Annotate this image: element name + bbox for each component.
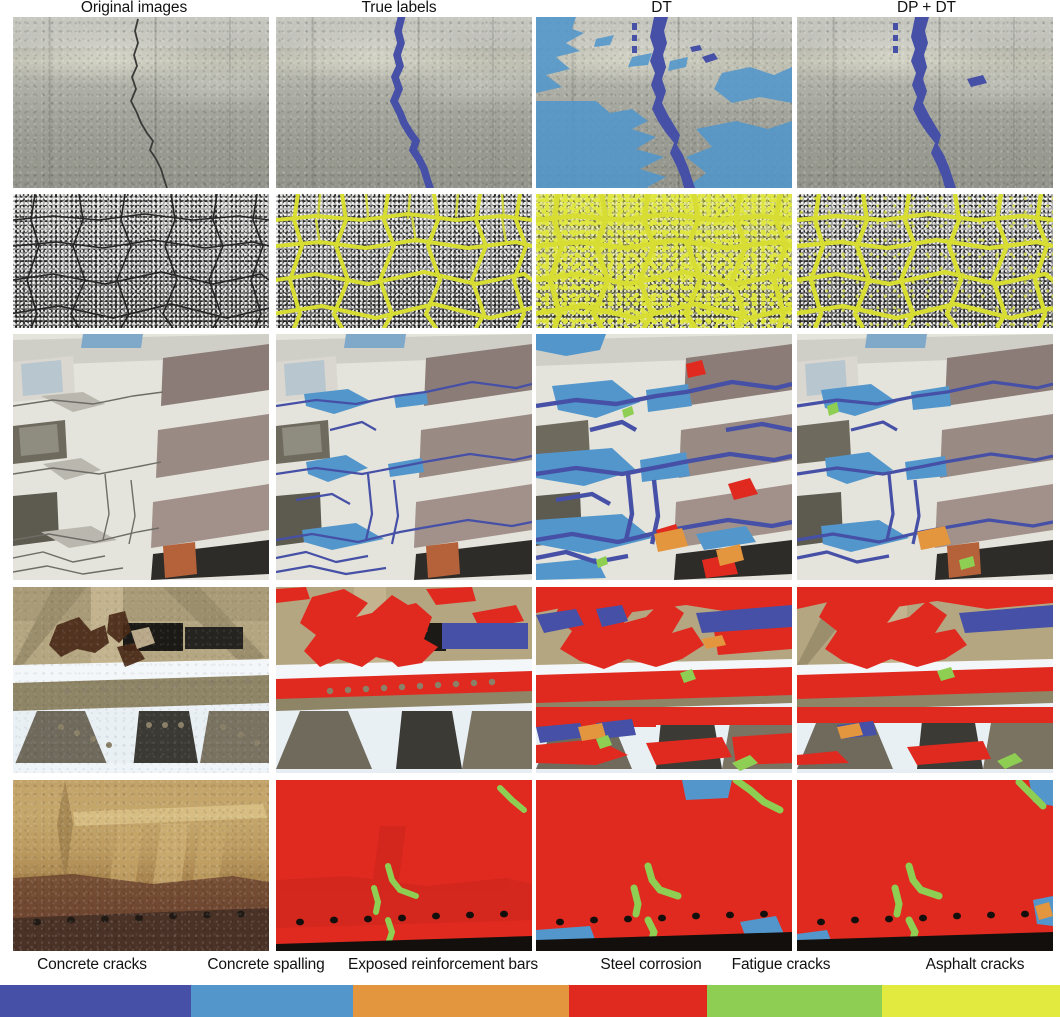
panel-facade-dp-dt bbox=[797, 334, 1053, 580]
panel-girder-original bbox=[13, 780, 269, 951]
colorbar-segment-steel-corrosion bbox=[569, 985, 707, 1017]
legend-label-exposed-reinforcement-bars: Exposed reinforcement bars bbox=[348, 956, 538, 973]
panel-truss-original bbox=[13, 587, 269, 773]
column-header-dt: DT bbox=[651, 0, 672, 16]
panel-asphalt-true-labels bbox=[276, 194, 532, 328]
panel-truss-dt bbox=[536, 587, 792, 773]
crack-network-trace bbox=[13, 194, 269, 328]
colorbar-segment-exposed-reinforcement-bars bbox=[353, 985, 569, 1017]
panel-concrete-slab-dt bbox=[536, 17, 792, 188]
panel-truss-true-labels bbox=[276, 587, 532, 773]
crack-trace bbox=[130, 18, 168, 188]
legend: Concrete cracks Concrete spalling Expose… bbox=[0, 951, 1060, 1017]
mask-concrete-cracks bbox=[442, 623, 528, 649]
column-header-true-labels: True labels bbox=[361, 0, 437, 16]
panel-asphalt-dt bbox=[536, 194, 792, 328]
panel-asphalt-original bbox=[13, 194, 269, 328]
column-header-original-images: Original images bbox=[80, 0, 188, 16]
colorbar-segment-asphalt-cracks bbox=[882, 985, 1060, 1017]
panel-concrete-slab-dp-dt bbox=[797, 17, 1053, 188]
mask-dt-prediction bbox=[536, 17, 792, 188]
panel-concrete-slab-true-labels bbox=[276, 17, 532, 188]
legend-label-steel-corrosion: Steel corrosion bbox=[600, 956, 702, 973]
colorbar-segment-fatigue-cracks bbox=[707, 985, 882, 1017]
panel-truss-dp-dt bbox=[797, 587, 1053, 773]
panel-girder-true-labels bbox=[276, 780, 532, 951]
colorbar-segment-concrete-cracks bbox=[0, 985, 191, 1017]
legend-label-asphalt-cracks: Asphalt cracks bbox=[925, 956, 1025, 973]
panel-concrete-slab-original bbox=[13, 17, 269, 188]
mask-asphalt-cracks bbox=[276, 194, 532, 328]
panel-girder-dp-dt bbox=[797, 780, 1053, 951]
legend-label-concrete-spalling: Concrete spalling bbox=[207, 956, 325, 973]
facade-scene bbox=[13, 334, 269, 580]
mask-dp-dt-prediction bbox=[893, 17, 987, 188]
legend-colorbar bbox=[0, 985, 1060, 1017]
segmentation-results-figure: Original images True labels DT DP + DT C… bbox=[0, 0, 1060, 1017]
panel-facade-dt bbox=[536, 334, 792, 580]
column-header-dp-dt: DP + DT bbox=[897, 0, 956, 16]
panel-girder-dt bbox=[536, 780, 792, 951]
legend-label-row: Concrete cracks Concrete spalling Expose… bbox=[0, 951, 1060, 983]
colorbar-segment-concrete-spalling bbox=[191, 985, 353, 1017]
panel-asphalt-dp-dt bbox=[797, 194, 1053, 328]
mask-concrete-cracks bbox=[389, 17, 434, 188]
legend-label-fatigue-cracks: Fatigue cracks bbox=[731, 956, 831, 973]
mask-concrete-cracks bbox=[893, 17, 987, 188]
panel-facade-original bbox=[13, 334, 269, 580]
image-grid bbox=[0, 17, 1060, 951]
panel-facade-true-labels bbox=[276, 334, 532, 580]
column-header-row: Original images True labels DT DP + DT bbox=[0, 0, 1060, 17]
legend-label-concrete-cracks: Concrete cracks bbox=[37, 956, 147, 973]
